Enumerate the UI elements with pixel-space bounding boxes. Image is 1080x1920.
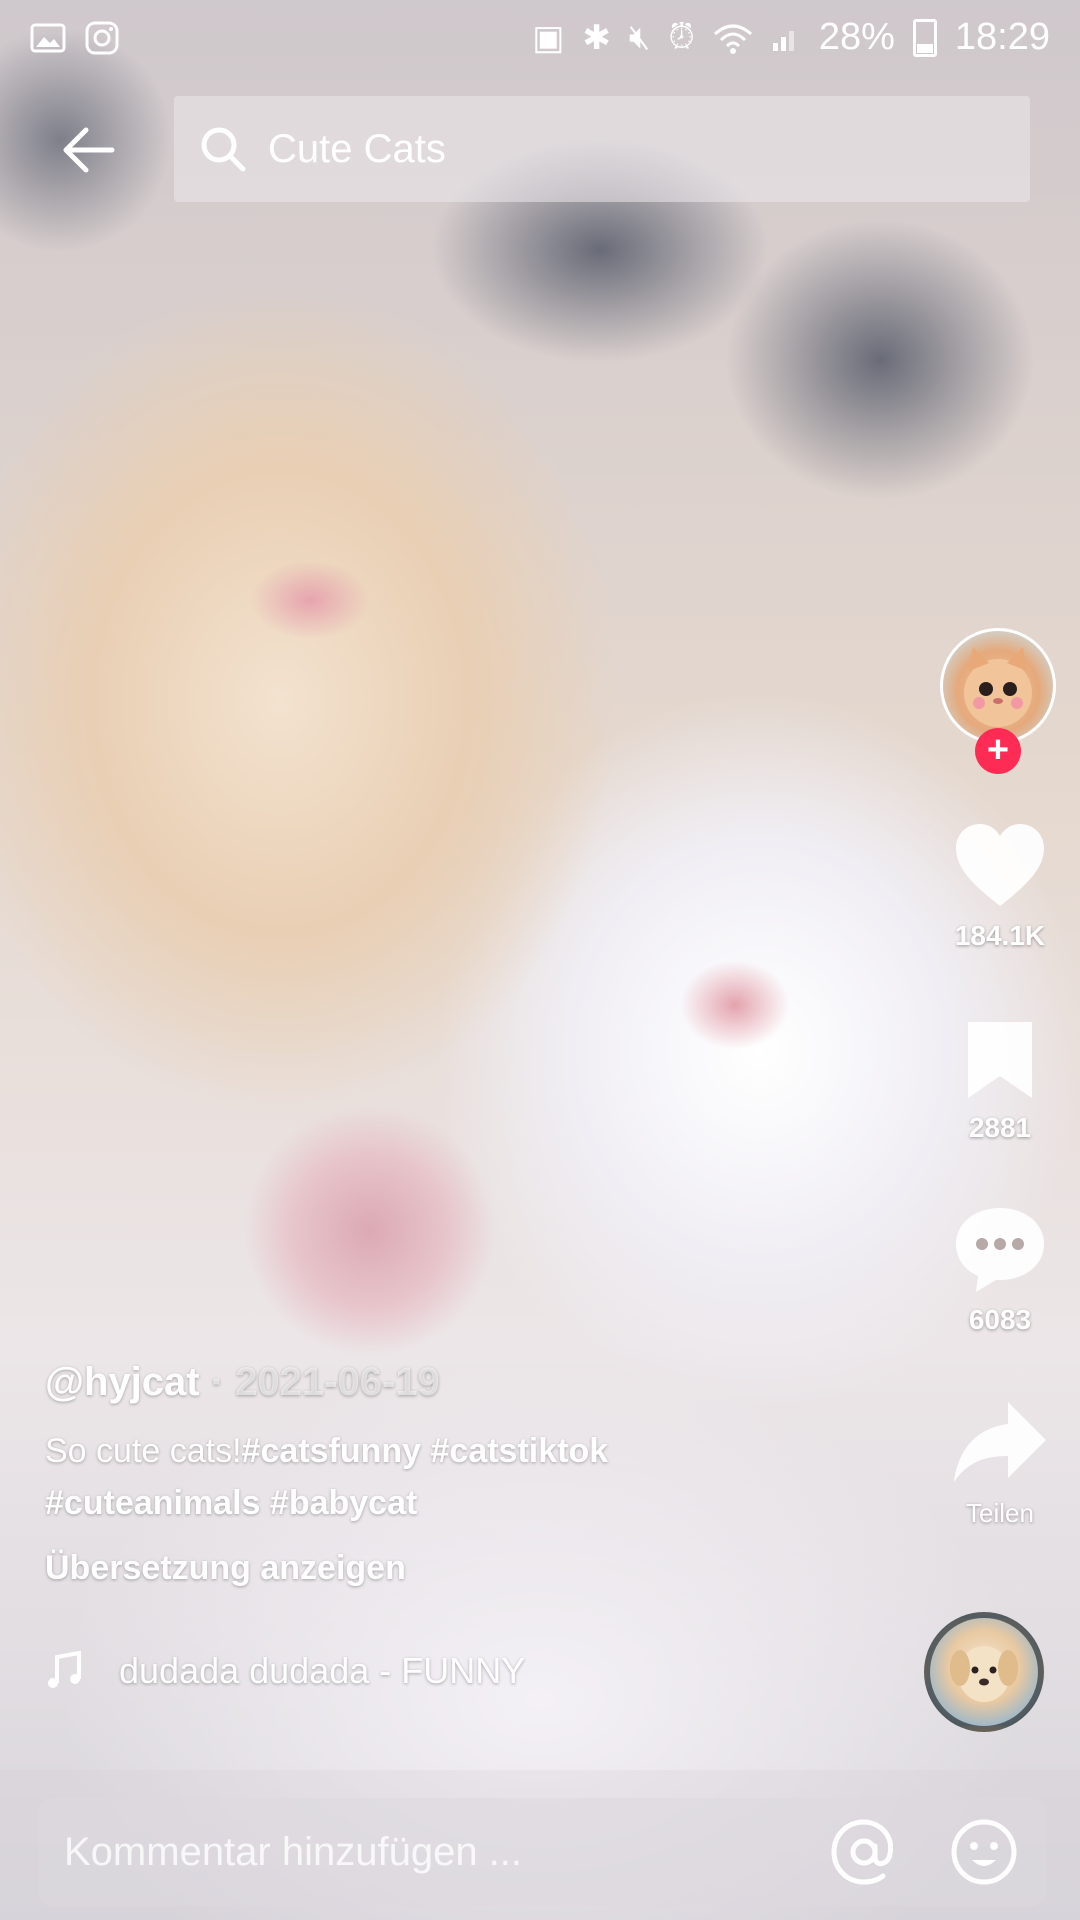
author-line: @hyjcat · 2021-06-19 [45, 1360, 745, 1405]
post-date: 2021-06-19 [235, 1360, 440, 1404]
clock: 18:29 [954, 16, 1050, 58]
follow-plus-button[interactable]: + [975, 728, 1021, 774]
kitten-nose-right [680, 960, 790, 1050]
status-left [30, 20, 120, 56]
battery-icon [912, 18, 937, 57]
music-line[interactable]: dudada dudada - FUNNY [45, 1650, 525, 1692]
battery-percent: 28% [818, 16, 895, 58]
comment-box[interactable] [38, 1798, 1046, 1906]
author-avatar-wrap[interactable]: + [940, 628, 1056, 774]
status-bar: ▣ ✱ 🔇︎ ⏰︎ 28% 18:29 [0, 0, 1080, 75]
avatar-cat-face [964, 647, 1032, 727]
battery-saver-icon: ▣ [532, 18, 565, 57]
music-title: dudada dudada - FUNNY [119, 1650, 526, 1691]
signal-icon [772, 30, 794, 51]
search-query: Cute Cats [268, 126, 446, 171]
hashtag[interactable]: #babycat [270, 1484, 417, 1522]
music-note-icon [48, 1651, 81, 1688]
top-bar: Cute Cats [0, 96, 1080, 204]
instagram-icon [85, 21, 119, 54]
status-right: ▣ ✱ 🔇︎ ⏰︎ 28% 18:29 [532, 16, 1050, 59]
mention-at-icon[interactable] [828, 1816, 900, 1888]
show-translation-link[interactable]: Übersetzung anzeigen [45, 1549, 745, 1588]
bluetooth-icon: ✱ [582, 18, 611, 57]
bookmark-icon[interactable] [964, 1018, 1036, 1102]
music-disc-avatar[interactable] [924, 1612, 1044, 1732]
comment-action[interactable]: 6083 [920, 1204, 1080, 1336]
video-background[interactable] [0, 0, 1080, 1920]
comment-input[interactable] [62, 1828, 846, 1876]
author-avatar[interactable] [940, 628, 1056, 744]
wifi-icon [713, 24, 752, 54]
separator-dot: · [210, 1360, 225, 1404]
bookmark-count: 2881 [968, 1112, 1032, 1143]
hashtag[interactable]: #catstiktok [431, 1432, 609, 1470]
share-arrow-icon[interactable] [950, 1398, 1050, 1488]
post-description: So cute cats!#catsfunny #catstiktok #cut… [45, 1425, 745, 1529]
share-label: Teilen [966, 1498, 1034, 1528]
like-count: 184.1K [954, 920, 1046, 951]
heart-icon[interactable] [952, 822, 1048, 910]
hashtag[interactable]: #cuteanimals [45, 1484, 260, 1522]
share-action[interactable]: Teilen [920, 1398, 1080, 1529]
search-box[interactable]: Cute Cats [174, 96, 1030, 202]
search-icon [201, 127, 246, 172]
comment-count: 6083 [968, 1304, 1032, 1335]
puppy-image [950, 1646, 1018, 1702]
mute-icon: 🔇︎ [628, 18, 651, 56]
alarm-icon: ⏰︎ [668, 18, 695, 56]
kitten-nose-left [250, 560, 370, 640]
hashtag[interactable]: #catsfunny [242, 1432, 422, 1470]
caption-text: So cute cats! [45, 1432, 242, 1470]
post-caption: @hyjcat · 2021-06-19 So cute cats!#catsf… [45, 1360, 745, 1588]
comment-bubble-icon[interactable] [952, 1204, 1048, 1294]
author-handle[interactable]: @hyjcat [45, 1360, 200, 1404]
bookmark-action[interactable]: 2881 [920, 1018, 1080, 1144]
emoji-smiley-icon[interactable] [948, 1816, 1020, 1888]
like-action[interactable]: 184.1K [920, 822, 1080, 952]
bottom-comment-bar [0, 1770, 1080, 1920]
back-arrow-icon[interactable] [58, 120, 118, 180]
gallery-icon [30, 23, 66, 52]
